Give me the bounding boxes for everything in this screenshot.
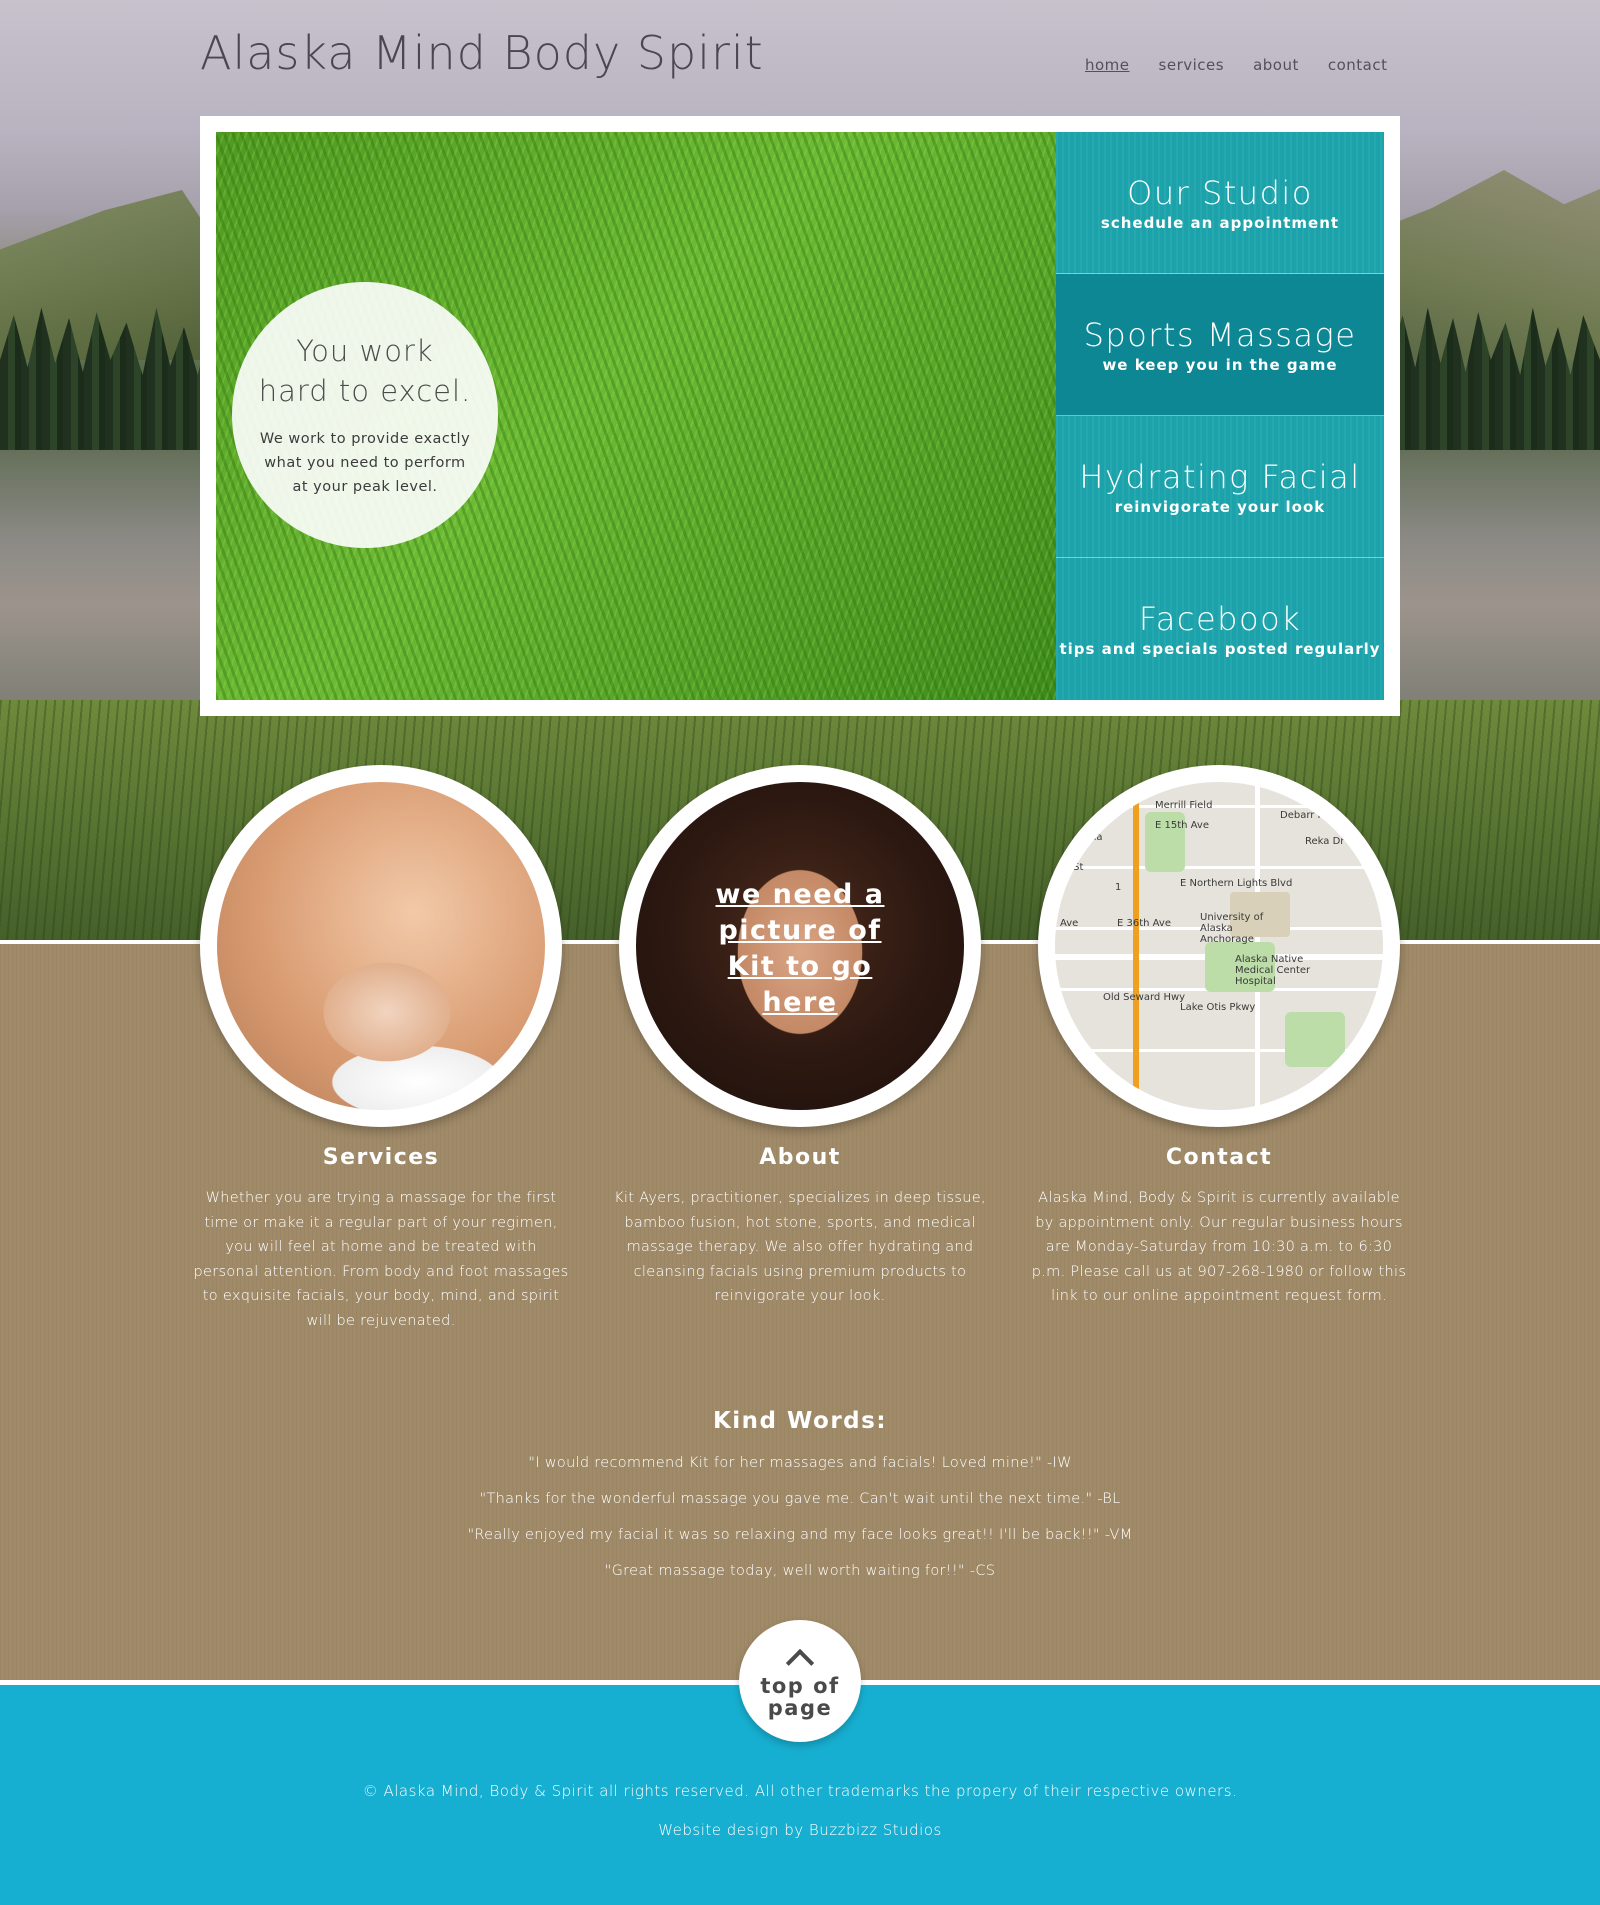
about-photo-circle: we need a picture of Kit to go here (619, 765, 981, 1127)
testimonial: "Thanks for the wonderful massage you ga… (479, 1491, 1121, 1507)
services-photo-circle (200, 765, 562, 1127)
chevron-up-icon (785, 1648, 815, 1678)
map-label: Old Seward Hwy (1103, 992, 1186, 1003)
hero-banner: You work hard to excel. We work to provi… (200, 116, 1400, 716)
map-label: Lake Otis Pkwy (1180, 1002, 1256, 1013)
testimonial: "Really enjoyed my facial it was so rela… (467, 1527, 1133, 1543)
panel-title: Facebook (1138, 600, 1302, 638)
map-label: Ave (1060, 918, 1079, 929)
map-label: Merrill Field (1155, 800, 1213, 811)
map-label: Debarr Road (1280, 810, 1343, 821)
kit-photo-link[interactable]: we need a picture of Kit to go here (700, 877, 900, 1021)
nav-services[interactable]: services (1159, 56, 1225, 74)
panel-subtitle: reinvigorate your look (1114, 497, 1326, 516)
about-column: About Kit Ayers, practitioner, specializ… (610, 1145, 990, 1309)
map-label: E 15th Ave (1155, 820, 1209, 831)
services-text: Whether you are trying a massage for the… (193, 1190, 569, 1329)
testimonial: "I would recommend Kit for her massages … (528, 1455, 1072, 1471)
services-column: Services Whether you are trying a massag… (191, 1145, 571, 1333)
about-title[interactable]: About (610, 1145, 990, 1170)
portrait-photo: we need a picture of Kit to go here (636, 782, 964, 1110)
contact-map-circle: Merrill Field E 15th Ave Debarr Road Rek… (1038, 765, 1400, 1127)
contact-title[interactable]: Contact (1029, 1145, 1409, 1170)
map-label: rena (1080, 832, 1103, 843)
panel-hydrating-facial[interactable]: Hydrating Facial reinvigorate your look (1056, 416, 1384, 558)
site-title[interactable]: Alaska Mind Body Spirit (200, 26, 764, 80)
nav-contact[interactable]: contact (1328, 56, 1388, 74)
map-label: Reka Dr (1305, 836, 1345, 847)
footer-credit[interactable]: Website design by Buzzbizz Studios (200, 1821, 1400, 1839)
contact-column: Contact Alaska Mind, Body & Spirit is cu… (1029, 1145, 1409, 1309)
hero-panels: Our Studio schedule an appointment Sport… (1056, 132, 1384, 700)
footer-copyright: © Alaska Mind, Body & Spirit all rights … (362, 1782, 1238, 1800)
massage-photo (217, 782, 545, 1110)
hero-headline: You work hard to excel. (255, 331, 475, 411)
panel-title: Our Studio (1127, 173, 1313, 212)
panel-facebook[interactable]: Facebook tips and specials posted regula… (1056, 558, 1384, 700)
panel-subtitle: tips and specials posted regularly (1059, 640, 1381, 658)
hero-photo: You work hard to excel. We work to provi… (216, 132, 1056, 700)
hero-headline-line2: hard to excel. (258, 374, 472, 408)
main-nav: home services about contact (1085, 56, 1388, 74)
nav-about[interactable]: about (1253, 56, 1299, 74)
map-label: University of Alaska Anchorage (1200, 912, 1264, 945)
hero-message-circle: You work hard to excel. We work to provi… (232, 282, 498, 548)
map-park (1285, 1012, 1345, 1067)
map-label: Alaska Native Medical Center Hospital (1235, 954, 1311, 987)
nav-home[interactable]: home (1085, 56, 1130, 74)
hero-headline-line1: You work (296, 334, 434, 368)
top-of-page-label: top of page (760, 1674, 840, 1720)
services-title[interactable]: Services (191, 1145, 571, 1170)
kind-words-title: Kind Words: (712, 1408, 888, 1434)
map-label: 1 (1115, 882, 1122, 893)
panel-sports-massage[interactable]: Sports Massage we keep you in the game (1056, 274, 1384, 416)
map-label: E 36th Ave (1117, 918, 1171, 929)
panel-subtitle: we keep you in the game (1102, 355, 1338, 374)
panel-our-studio[interactable]: Our Studio schedule an appointment (1056, 132, 1384, 274)
map-label: E Northern Lights Blvd (1180, 878, 1293, 889)
testimonials: "I would recommend Kit for her massages … (300, 1452, 1300, 1596)
map[interactable]: Merrill Field E 15th Ave Debarr Road Rek… (1055, 782, 1383, 1110)
panel-subtitle: schedule an appointment (1100, 213, 1340, 232)
panel-title: Hydrating Facial (1079, 457, 1361, 496)
map-label: C St (1063, 862, 1084, 873)
contact-text: Alaska Mind, Body & Spirit is currently … (1031, 1190, 1407, 1304)
top-of-page-button[interactable]: top of page (739, 1620, 861, 1742)
about-text: Kit Ayers, practitioner, specializes in … (614, 1190, 986, 1304)
testimonial: "Great massage today, well worth waiting… (604, 1563, 996, 1579)
panel-title: Sports Massage (1083, 315, 1357, 354)
hero-subtext: We work to provide exactly what you need… (259, 431, 471, 495)
